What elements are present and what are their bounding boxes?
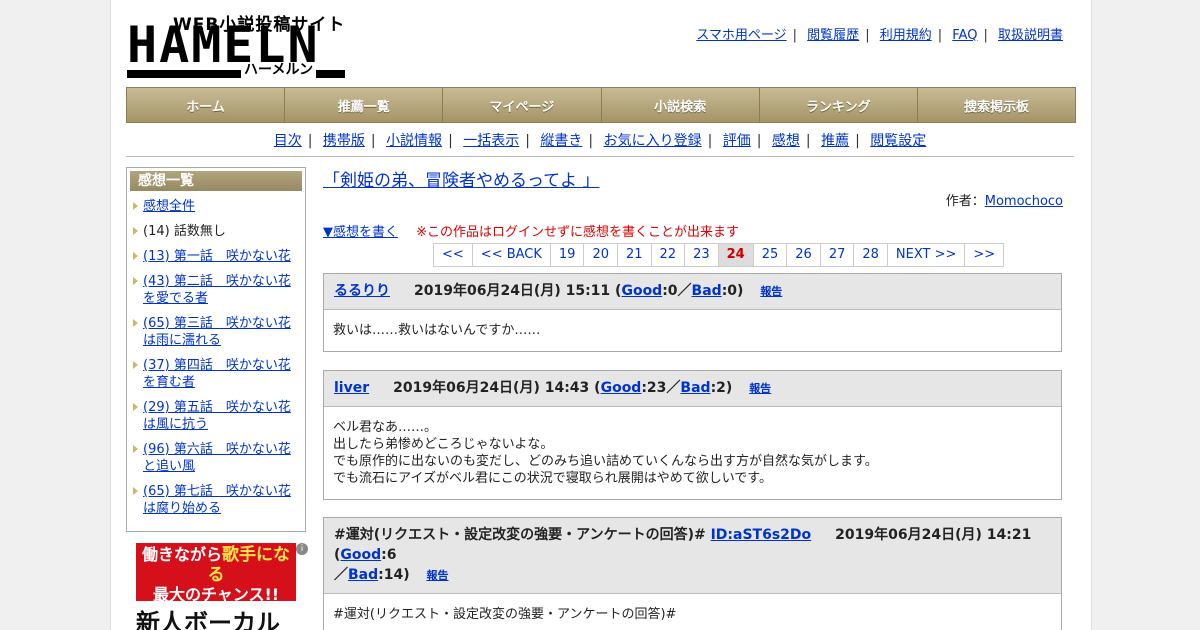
page-number[interactable]: 25 [753, 243, 788, 267]
top-link-faq[interactable]: FAQ [952, 28, 977, 43]
nav-mypage[interactable]: マイページ [443, 88, 602, 122]
top-links: スマホ用ページ | 閲覧履歴 | 利用規約 | FAQ | 取扱説明書 [696, 28, 1063, 43]
review: るるりり 2019年06月24日(月) 15:11 (Good:0／Bad:0) … [323, 273, 1062, 352]
report-link[interactable]: 報告 [427, 569, 449, 582]
write-review-line: ▼感想を書く ※この作品はログインせずに感想を書くことが出来ます [323, 221, 739, 240]
subnav-recommend[interactable]: 推薦 [821, 133, 849, 149]
nav-ranking[interactable]: ランキング [759, 88, 918, 122]
report-link[interactable]: 報告 [749, 382, 771, 395]
ad-banner[interactable]: 働きながら歌手になる 最大のチャンス!! i 新人ボーカル [136, 543, 308, 630]
top-link-smartphone[interactable]: スマホ用ページ [696, 28, 786, 43]
nav-home[interactable]: ホーム [127, 88, 286, 122]
logo-kana: ハーメルン [241, 62, 317, 78]
sidebar-item[interactable]: (43) 第二話 咲かない花を愛でる者 [133, 273, 301, 307]
subnav-reviews[interactable]: 感想 [772, 133, 800, 149]
author-link[interactable]: Momochoco [985, 194, 1063, 209]
review-body: #運対(リクエスト・設定改変の強要・アンケートの回答)# [333, 607, 677, 622]
review-body: ベル君なあ……。 出したら弟惨めどころじゃないよな。 でも原作的に出ないのも変だ… [333, 420, 878, 486]
reviewer-name[interactable]: liver [334, 380, 369, 396]
sidebar-item[interactable]: (65) 第七話 咲かない花は腐り始める [133, 483, 301, 517]
global-nav: ホーム 推薦一覧 マイページ 小説検索 ランキング 捜索掲示板 [126, 87, 1076, 123]
top-link-terms[interactable]: 利用規約 [880, 28, 932, 43]
review-date: 2019年06月24日(月) 14:21 [835, 527, 1032, 543]
site-logo[interactable]: WEB小説投稿サイト HAMELN ハーメルン [127, 10, 347, 80]
login-notice: ※この作品はログインせずに感想を書くことが出来ます [416, 225, 740, 240]
nav-recommend[interactable]: 推薦一覧 [285, 88, 444, 122]
page-number[interactable]: 26 [787, 243, 821, 267]
reviewer-name[interactable]: るるりり [334, 283, 390, 299]
sidebar-heading: 感想一覧 [130, 171, 302, 191]
sidebar-item[interactable]: 感想全件 [133, 198, 301, 215]
page-number[interactable]: 20 [584, 243, 618, 267]
report-link[interactable]: 報告 [760, 285, 782, 298]
ad-info-icon[interactable]: i [296, 543, 308, 555]
top-link-manual[interactable]: 取扱説明書 [998, 28, 1063, 43]
subnav-favorite[interactable]: お気に入り登録 [604, 133, 702, 149]
divider [126, 156, 1074, 157]
review-moderation-tag: #運対(リクエスト・設定改変の強要・アンケートの回答)# [334, 527, 706, 543]
page-number[interactable]: 28 [854, 243, 888, 267]
reviewer-name[interactable]: ID:aST6s2Do [711, 527, 812, 543]
good-link[interactable]: Good [601, 380, 642, 396]
sidebar-item: (14) 話数無し [133, 223, 301, 240]
page-number[interactable]: 27 [820, 243, 855, 267]
top-link-history[interactable]: 閲覧履歴 [807, 28, 859, 43]
nav-board[interactable]: 捜索掲示板 [917, 88, 1076, 122]
page-number[interactable]: 19 [550, 243, 585, 267]
page-back[interactable]: << BACK [472, 243, 551, 267]
sidebar-item[interactable]: (29) 第五話 咲かない花は風に抗う [133, 399, 301, 433]
page-number[interactable]: 21 [618, 243, 652, 267]
subnav-mobile[interactable]: 携帯版 [323, 133, 365, 149]
page-current: 24 [718, 243, 754, 267]
pagination: << << BACK 19 20 21 22 23 24 25 26 27 28… [433, 243, 1005, 267]
subnav-vertical[interactable]: 縦書き [540, 133, 582, 149]
review-header: #運対(リクエスト・設定改変の強要・アンケートの回答)# ID:aST6s2Do… [324, 518, 1061, 594]
subnav-info[interactable]: 小説情報 [386, 133, 442, 149]
bad-link[interactable]: Bad [348, 567, 378, 583]
sidebar-item[interactable]: (13) 第一話 咲かない花 [133, 248, 301, 265]
sidebar-item[interactable]: (96) 第六話 咲かない花と追い風 [133, 441, 301, 475]
novel-title[interactable]: 「剣姫の弟、冒険者やめるってよ 」 [323, 171, 600, 191]
good-link[interactable]: Good [621, 283, 662, 299]
nav-search[interactable]: 小説検索 [601, 88, 760, 122]
page-number[interactable]: 23 [685, 243, 719, 267]
page-next[interactable]: NEXT >> [887, 243, 966, 267]
main-content: 「剣姫の弟、冒険者やめるってよ 」 作者：Momochoco ▼感想を書く ※こ… [323, 166, 1063, 630]
review-body: 救いは……救いはないんですか…… [333, 323, 541, 338]
review-date: 2019年06月24日(月) 15:11 [414, 283, 611, 299]
author-line: 作者：Momochoco [945, 194, 1063, 209]
good-link[interactable]: Good [340, 547, 381, 563]
ad-headline: 新人ボーカル [136, 609, 280, 630]
subnav-settings[interactable]: 閲覧設定 [870, 133, 926, 149]
review-header: liver 2019年06月24日(月) 14:43 (Good:23／Bad:2… [324, 371, 1061, 407]
bad-link[interactable]: Bad [680, 380, 710, 396]
page-first[interactable]: << [434, 243, 473, 267]
sidebar-item[interactable]: (65) 第三話 咲かない花は雨に濡れる [133, 315, 301, 349]
sidebar-item[interactable]: (37) 第四話 咲かない花を育む者 [133, 357, 301, 391]
page-last[interactable]: >> [965, 243, 1005, 267]
review-date: 2019年06月24日(月) 14:43 [393, 380, 590, 396]
subnav-rating[interactable]: 評価 [723, 133, 751, 149]
write-review-link[interactable]: ▼感想を書く [323, 225, 398, 240]
subnav-toc[interactable]: 目次 [274, 133, 302, 149]
sidebar: 感想一覧 感想全件 (14) 話数無し (13) 第一話 咲かない花 (43) … [126, 167, 306, 532]
page-number[interactable]: 22 [651, 243, 686, 267]
review-header: るるりり 2019年06月24日(月) 15:11 (Good:0／Bad:0) … [324, 274, 1061, 310]
review: #運対(リクエスト・設定改変の強要・アンケートの回答)# ID:aST6s2Do… [323, 517, 1062, 630]
review: liver 2019年06月24日(月) 14:43 (Good:23／Bad:2… [323, 370, 1062, 500]
page: WEB小説投稿サイト HAMELN ハーメルン スマホ用ページ | 閲覧履歴 | 利… [110, 0, 1092, 630]
subnav-all[interactable]: 一括表示 [463, 133, 519, 149]
bad-link[interactable]: Bad [692, 283, 722, 299]
ad-red-block: 働きながら歌手になる 最大のチャンス!! [136, 543, 296, 604]
sub-nav: 目次 | 携帯版 | 小説情報 | 一括表示 | 縦書き | お気に入り登録 | 評価 | 感… [273, 133, 927, 149]
